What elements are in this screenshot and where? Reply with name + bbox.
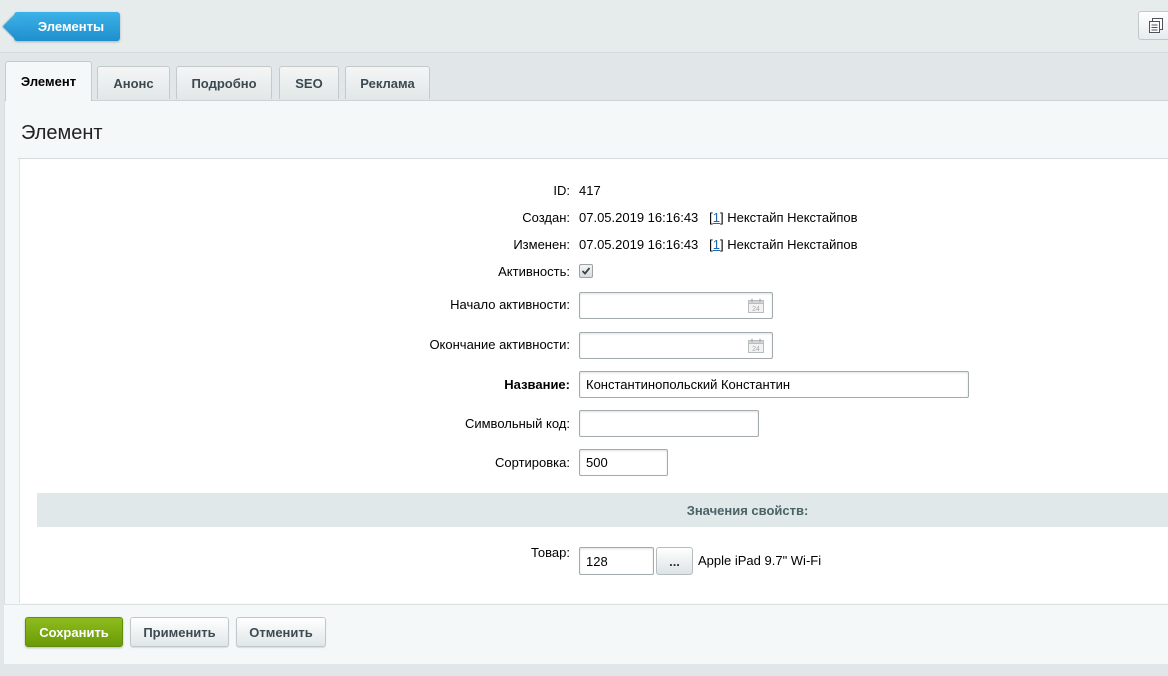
active-from-label: Начало активности:	[450, 297, 570, 312]
properties-section-title: Значения свойств:	[686, 502, 809, 518]
created-user-link[interactable]: 1	[713, 210, 720, 225]
active-from-input[interactable]: 24	[579, 292, 773, 319]
modified-value: 07.05.2019 16:16:43 [1] Некстайп Некстай…	[579, 237, 858, 252]
created-label: Создан:	[522, 210, 570, 225]
sort-value: 500	[586, 455, 608, 470]
calendar-icon[interactable]: 24	[748, 338, 764, 353]
tab-label: SEO	[295, 75, 323, 91]
created-user-name: Некстайп Некстайпов	[727, 210, 858, 225]
created-datetime: 07.05.2019 16:16:43	[579, 210, 699, 225]
svg-text:24: 24	[752, 346, 760, 353]
modified-datetime: 07.05.2019 16:16:43	[579, 237, 699, 252]
product-label: Товар:	[531, 545, 570, 560]
tab-ads[interactable]: Реклама	[345, 66, 430, 99]
tab-label: Подробно	[191, 75, 257, 91]
document-list-icon	[1149, 18, 1163, 33]
apply-button[interactable]: Применить	[130, 617, 229, 647]
modified-user-name: Некстайп Некстайпов	[727, 237, 858, 252]
name-input[interactable]: Константинопольский Константин	[579, 371, 969, 398]
page-title: Элемент	[21, 122, 103, 144]
tab-details[interactable]: Подробно	[176, 66, 272, 99]
calendar-icon[interactable]: 24	[748, 298, 764, 313]
id-value: 417	[579, 183, 601, 198]
tab-announce[interactable]: Анонс	[97, 66, 170, 99]
tab-bar: Элемент Анонс Подробно SEO Реклама	[0, 58, 1168, 101]
active-to-label: Окончание активности:	[429, 337, 570, 352]
code-label: Символьный код:	[464, 416, 570, 431]
checkmark-icon	[581, 267, 591, 275]
tab-element[interactable]: Элемент	[5, 61, 92, 101]
back-to-elements-button[interactable]: Элементы	[14, 12, 120, 41]
product-id-value: 128	[586, 553, 608, 569]
cancel-button[interactable]: Отменить	[236, 617, 326, 647]
top-toolbar: Элементы	[0, 0, 1168, 53]
product-name: Apple iPad 9.7" Wi-Fi	[698, 553, 822, 568]
active-to-input[interactable]: 24	[579, 332, 773, 359]
back-button-label: Элементы	[37, 19, 105, 34]
tab-label: Реклама	[360, 75, 415, 91]
id-label: ID:	[553, 183, 570, 198]
settings-menu-button[interactable]	[1138, 11, 1168, 40]
sort-label: Сортировка:	[495, 455, 570, 470]
name-value: Константинопольский Константин	[586, 377, 791, 392]
created-value: 07.05.2019 16:16:43 [1] Некстайп Некстай…	[579, 210, 858, 225]
name-label: Название:	[504, 377, 570, 392]
modified-label: Изменен:	[513, 237, 570, 252]
tab-label: Анонс	[113, 75, 154, 91]
sort-input[interactable]: 500	[579, 449, 668, 476]
product-id-input[interactable]: 128	[579, 547, 654, 575]
active-checkbox[interactable]	[579, 264, 593, 278]
browse-product-button[interactable]: ...	[656, 547, 693, 575]
modified-user-link[interactable]: 1	[713, 237, 720, 252]
properties-section-header: Значения свойств:	[37, 493, 1168, 527]
tab-label: Элемент	[20, 74, 77, 89]
tab-seo[interactable]: SEO	[279, 66, 339, 99]
save-button[interactable]: Сохранить	[25, 617, 123, 647]
svg-text:24: 24	[752, 306, 760, 313]
code-input[interactable]	[579, 410, 759, 437]
active-label: Активность:	[498, 264, 570, 279]
